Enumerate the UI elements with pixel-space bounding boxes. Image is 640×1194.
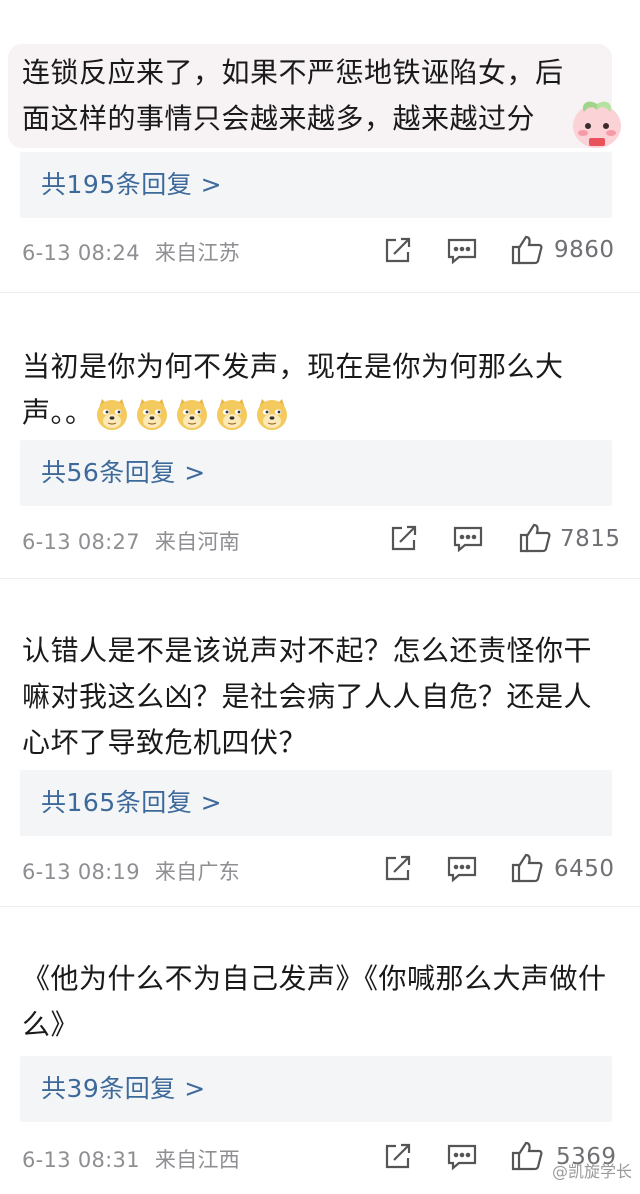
view-replies-button[interactable]: 共195条回复 > — [20, 152, 612, 218]
comment-icon[interactable] — [452, 524, 484, 554]
comment-icon[interactable] — [446, 854, 478, 884]
comment-meta: 6-13 08:27 来自河南 — [22, 526, 240, 556]
watermark: @凯旋学长 — [551, 1162, 632, 1181]
share-icon[interactable] — [382, 854, 412, 884]
divider — [0, 292, 640, 293]
divider — [0, 578, 640, 579]
comment-icon[interactable] — [446, 1142, 478, 1172]
comment-time: 6-13 08:31 — [22, 1148, 140, 1172]
divider — [0, 906, 640, 907]
doge-emoji-icon — [136, 399, 167, 430]
replies-count-label: 共195条回复 > — [41, 170, 223, 199]
comment-meta: 6-13 08:31 来自江西 — [22, 1144, 240, 1174]
comment-meta: 6-13 08:24 来自江苏 — [22, 237, 240, 267]
like-count: 9860 — [554, 237, 615, 263]
comment-card-3: 认错人是不是该说声对不起？怎么还责怪你干嘛对我这么凶？是社会病了人人自危？还是人… — [0, 588, 640, 908]
comment-time: 6-13 08:24 — [22, 241, 140, 265]
comment-text: 当初是你为何不发声，现在是你为何那么大声。。 — [22, 344, 616, 436]
doge-emoji-icon — [96, 399, 127, 430]
peach-sticker-icon — [573, 101, 621, 148]
doge-emoji-icon — [176, 399, 207, 430]
view-replies-button[interactable]: 共39条回复 > — [20, 1056, 612, 1122]
like-count: 7815 — [560, 526, 621, 552]
view-replies-button[interactable]: 共165条回复 > — [20, 770, 612, 836]
comment-meta: 6-13 08:19 来自广东 — [22, 856, 240, 886]
share-icon[interactable] — [382, 1142, 412, 1172]
replies-count-label: 共39条回复 > — [41, 1074, 206, 1103]
replies-count-label: 共165条回复 > — [41, 788, 223, 817]
thumbs-up-icon[interactable] — [510, 234, 544, 266]
comment-card-1: 连锁反应来了，如果不严惩地铁诬陷女，后面这样的事情只会越来越多，越来越过分 共1… — [0, 0, 640, 290]
share-icon[interactable] — [388, 524, 418, 554]
thumbs-up-icon[interactable] — [518, 522, 552, 554]
comment-text: 《他为什么不为自己发声》《你喊那么大声做什么》 — [22, 962, 607, 1041]
doge-emoji-icon — [216, 399, 247, 430]
comment-location: 来自江苏 — [154, 241, 241, 265]
thumbs-up-icon[interactable] — [510, 1140, 544, 1172]
doge-emoji-icon — [256, 399, 287, 430]
view-replies-button[interactable]: 共56条回复 > — [20, 440, 612, 506]
comment-time: 6-13 08:27 — [22, 530, 140, 554]
thumbs-up-icon[interactable] — [510, 852, 544, 884]
share-icon[interactable] — [382, 236, 412, 266]
comment-time: 6-13 08:19 — [22, 860, 140, 884]
comment-card-2: 当初是你为何不发声，现在是你为何那么大声。。 共56条回复 > 6-13 08:… — [0, 300, 640, 580]
emoji-row — [94, 396, 290, 432]
comment-location: 来自河南 — [154, 530, 241, 554]
comment-text: 认错人是不是该说声对不起？怎么还责怪你干嘛对我这么凶？是社会病了人人自危？还是人… — [22, 634, 593, 759]
comment-location: 来自江西 — [154, 1148, 241, 1172]
comment-location: 来自广东 — [154, 860, 241, 884]
like-count: 6450 — [554, 856, 615, 882]
comment-text: 连锁反应来了，如果不严惩地铁诬陷女，后面这样的事情只会越来越多，越来越过分 — [22, 56, 564, 135]
replies-count-label: 共56条回复 > — [41, 458, 206, 487]
comment-icon[interactable] — [446, 236, 478, 266]
comment-card-4: 《他为什么不为自己发声》《你喊那么大声做什么》 共39条回复 > 6-13 08… — [0, 914, 640, 1194]
